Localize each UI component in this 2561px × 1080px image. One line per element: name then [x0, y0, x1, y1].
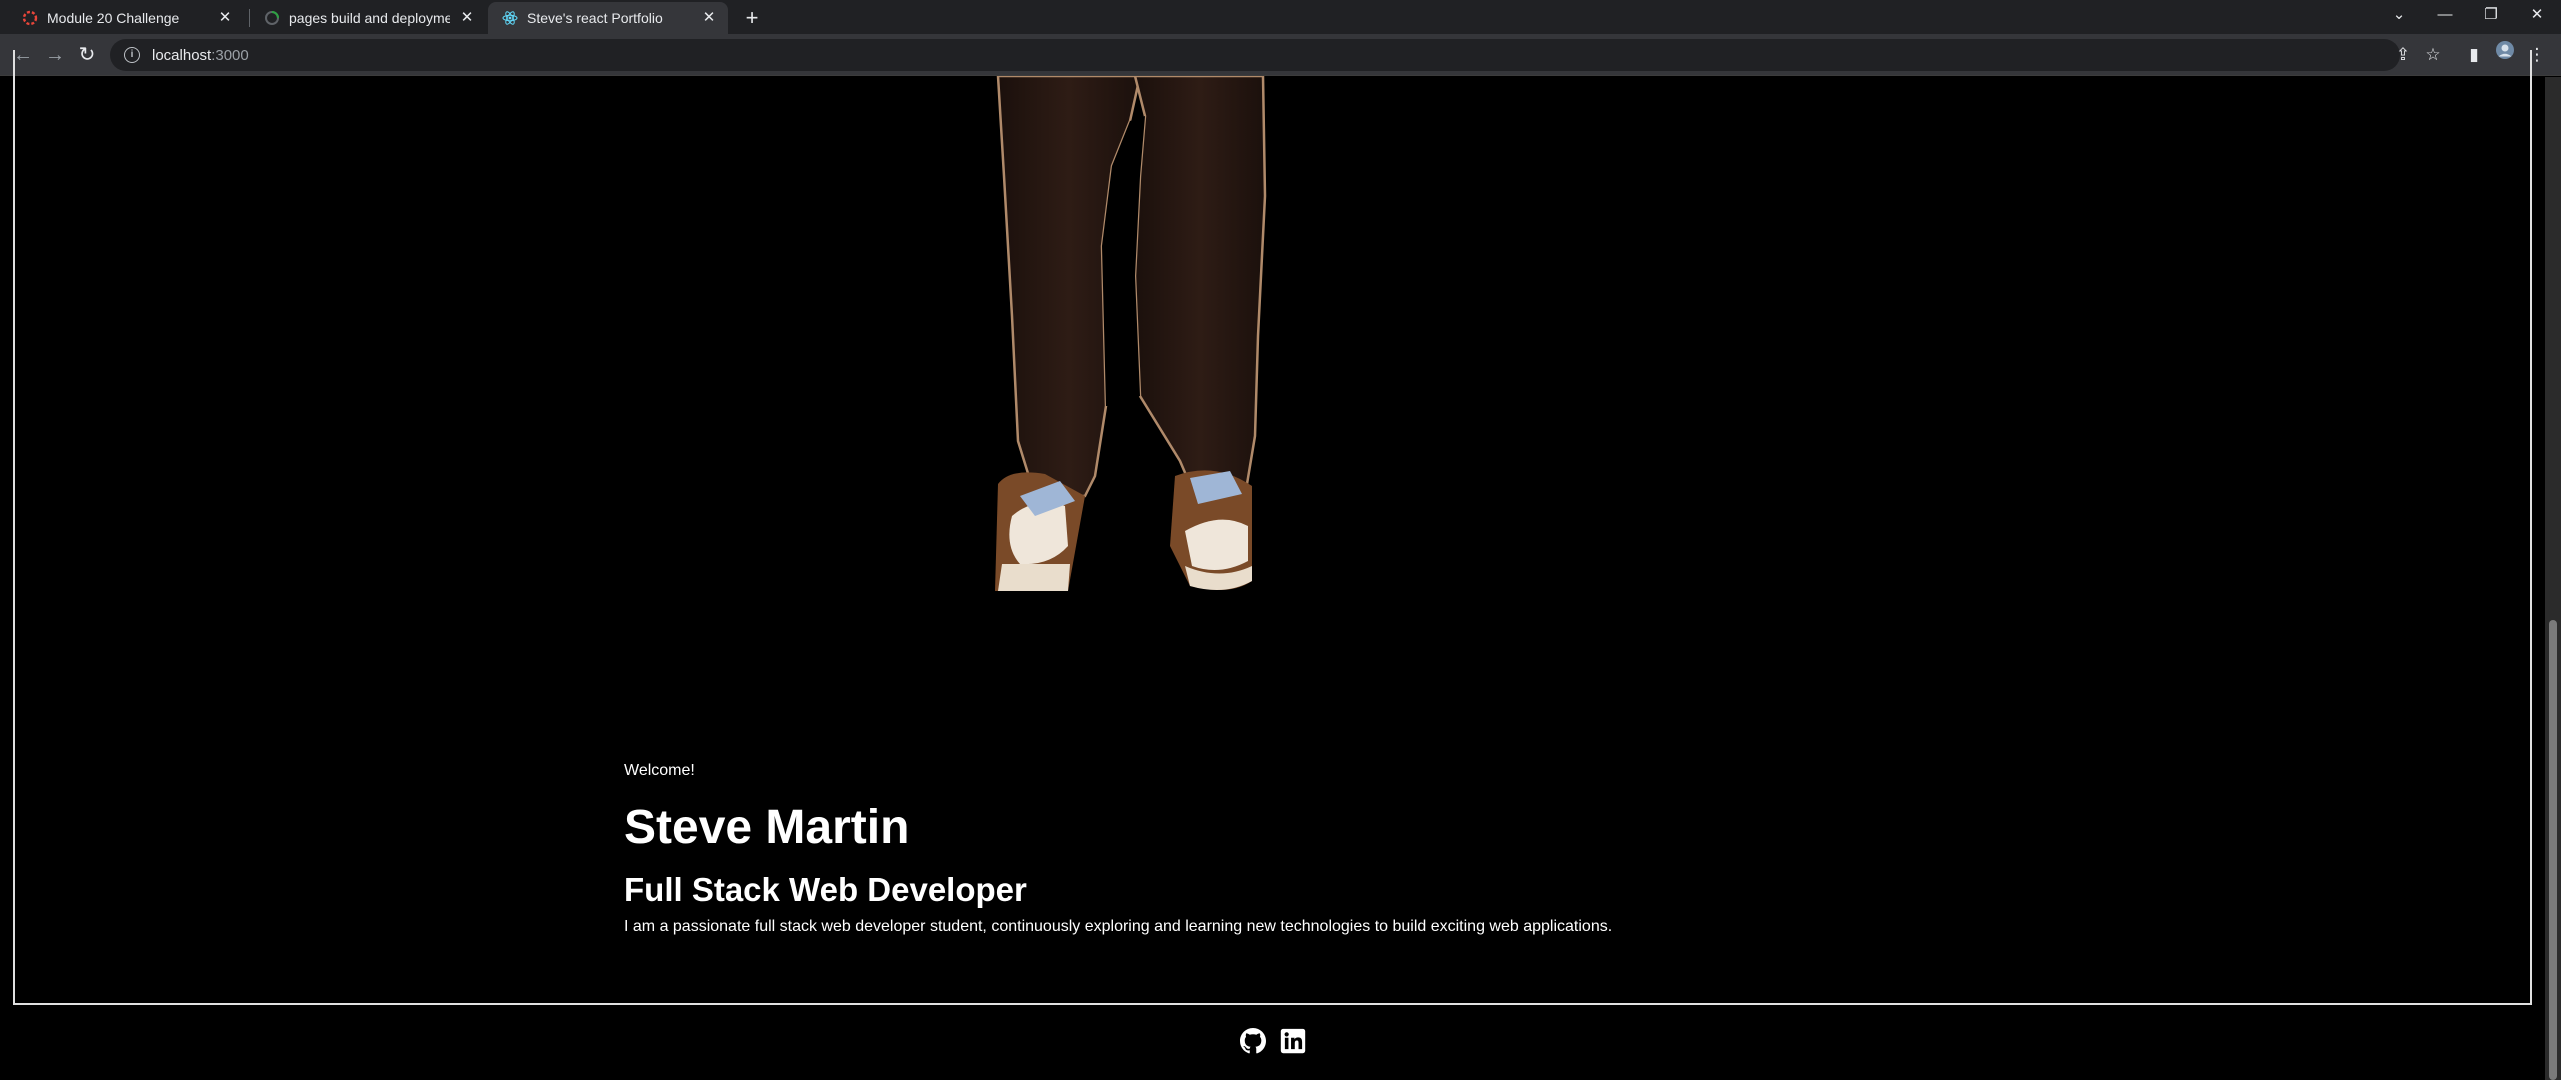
- tab-title: pages build and deployment · W: [289, 10, 450, 26]
- profile-photo: [995, 76, 1267, 591]
- react-favicon-icon: [502, 10, 518, 26]
- new-tab-button[interactable]: +: [738, 4, 766, 32]
- github-actions-favicon-icon: [264, 10, 280, 26]
- tab-close-icon[interactable]: ✕: [458, 9, 476, 27]
- hero-section: [13, 50, 2532, 1005]
- challenge-favicon-icon: [22, 10, 38, 26]
- tab-pages-build[interactable]: pages build and deployment · W ✕: [250, 2, 486, 34]
- tab-close-icon[interactable]: ✕: [216, 9, 234, 27]
- linkedin-icon[interactable]: [1280, 1028, 1306, 1054]
- close-window-icon[interactable]: ✕: [2514, 0, 2560, 30]
- tab-title: Module 20 Challenge: [47, 10, 180, 26]
- tab-title: Steve's react Portfolio: [527, 10, 663, 26]
- tab-search-icon[interactable]: ⌄: [2376, 0, 2422, 30]
- hero-role: Full Stack Web Developer: [624, 871, 1027, 908]
- tab-module-20[interactable]: Module 20 Challenge ✕: [8, 2, 244, 34]
- tab-strip: Module 20 Challenge ✕ pages build and de…: [0, 0, 2561, 34]
- github-icon[interactable]: [1240, 1028, 1266, 1054]
- minimize-icon[interactable]: —: [2422, 0, 2468, 30]
- tab-react-portfolio[interactable]: Steve's react Portfolio ✕: [488, 2, 728, 34]
- restore-icon[interactable]: ❐: [2468, 0, 2514, 30]
- page-viewport: Welcome! Steve Martin Full Stack Web Dev…: [0, 50, 2545, 1080]
- hero-bio: I am a passionate full stack web develop…: [624, 918, 1613, 935]
- footer-social-links: [1240, 1028, 1306, 1054]
- hero-name: Steve Martin: [624, 801, 910, 854]
- welcome-text: Welcome!: [624, 762, 695, 779]
- scrollbar-thumb[interactable]: [2549, 620, 2557, 1080]
- tab-close-icon[interactable]: ✕: [700, 9, 718, 27]
